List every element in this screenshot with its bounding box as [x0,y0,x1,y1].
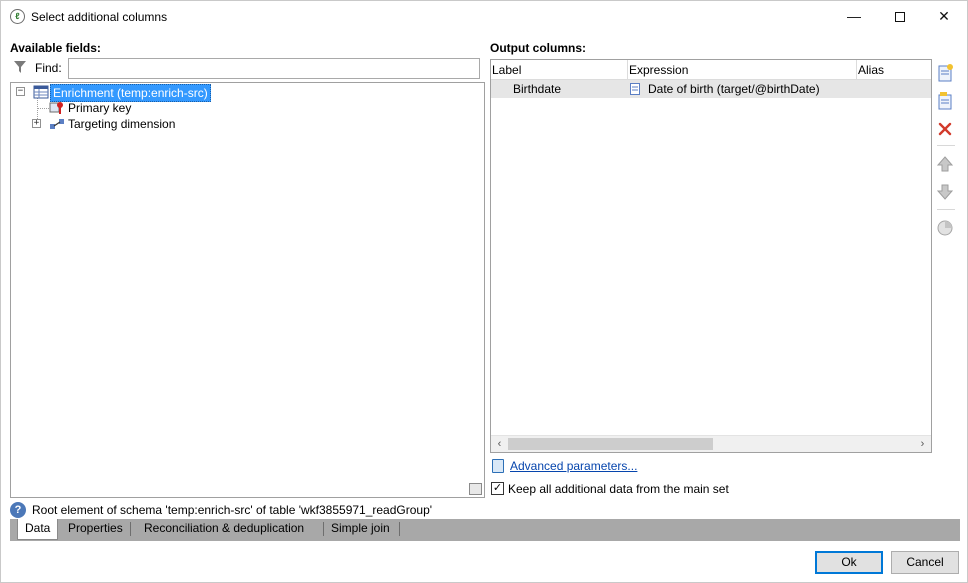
advanced-parameters-icon [492,459,504,473]
find-label: Find: [35,61,62,75]
close-button[interactable]: ✕ [921,1,967,32]
edit-column-icon[interactable] [935,91,955,111]
tab-properties[interactable]: Properties [61,519,130,539]
toolbar-separator [937,209,955,210]
help-icon: ? [10,502,26,518]
filter-icon [14,61,26,73]
row-expression: Date of birth (target/@birthDate) [648,82,820,96]
keep-data-checkbox[interactable]: ✓ [491,482,504,495]
horizontal-scrollbar[interactable]: ‹ › [491,435,931,452]
available-fields-heading: Available fields: [10,41,101,55]
delete-column-icon[interactable] [935,119,955,139]
grid-header: Label Expression Alias [491,60,931,80]
row-label: Birthdate [513,82,562,96]
column-header-label[interactable]: Label [491,60,628,80]
tab-bar: Data Properties Reconciliation & dedupli… [10,519,960,541]
title-bar: ℓ Select additional columns — ✕ [1,1,967,32]
column-header-expression[interactable]: Expression [628,60,857,80]
tab-data[interactable]: Data [17,519,59,540]
ok-button[interactable]: Ok [815,551,883,574]
toolbar-separator [937,145,955,146]
cancel-button[interactable]: Cancel [891,551,959,574]
add-column-icon[interactable] [935,63,955,83]
tree-options-icon[interactable] [469,483,482,495]
advanced-parameters-link[interactable]: Advanced parameters... [510,459,637,473]
tree-node-label: Primary key [68,101,132,115]
minimize-button[interactable]: — [831,1,877,32]
column-header-alias[interactable]: Alias [857,60,931,80]
fields-tree[interactable]: − Enrichment (temp:enrich-src) Primary k… [10,82,485,498]
table-icon [33,85,49,99]
maximize-icon [895,12,905,23]
tab-separator [130,522,131,536]
adobe-campaign-icon: ℓ [10,9,25,24]
expand-icon[interactable]: + [32,119,41,128]
distribution-icon[interactable] [935,218,955,238]
select-columns-dialog: ℓ Select additional columns — ✕ Availabl… [0,0,968,583]
output-columns-heading: Output columns: [490,41,586,55]
keep-data-label: Keep all additional data from the main s… [508,482,729,496]
window-title: Select additional columns [31,10,168,24]
table-row[interactable]: Birthdate Date of birth (target/@birthDa… [491,80,931,98]
move-down-icon[interactable] [935,182,955,202]
scrollbar-thumb[interactable] [508,438,713,450]
expression-icon [630,83,640,95]
status-text: Root element of schema 'temp:enrich-src'… [32,503,433,517]
find-input[interactable] [68,58,480,79]
key-icon [49,102,63,114]
scroll-right-icon[interactable]: › [914,436,931,453]
move-up-icon[interactable] [935,154,955,174]
tab-separator [399,522,400,536]
tab-reconciliation[interactable]: Reconciliation & deduplication [137,519,311,539]
link-icon [50,119,64,129]
scroll-left-icon[interactable]: ‹ [491,436,508,453]
output-columns-grid[interactable]: Label Expression Alias Birthdate Date of… [490,59,932,453]
tab-simple-join[interactable]: Simple join [324,519,397,539]
tree-connector [37,108,49,109]
minimize-icon: — [847,8,861,24]
close-icon: ✕ [938,8,950,24]
maximize-button[interactable] [877,1,923,32]
tree-node-label: Targeting dimension [68,117,176,131]
collapse-icon[interactable]: − [16,87,25,96]
